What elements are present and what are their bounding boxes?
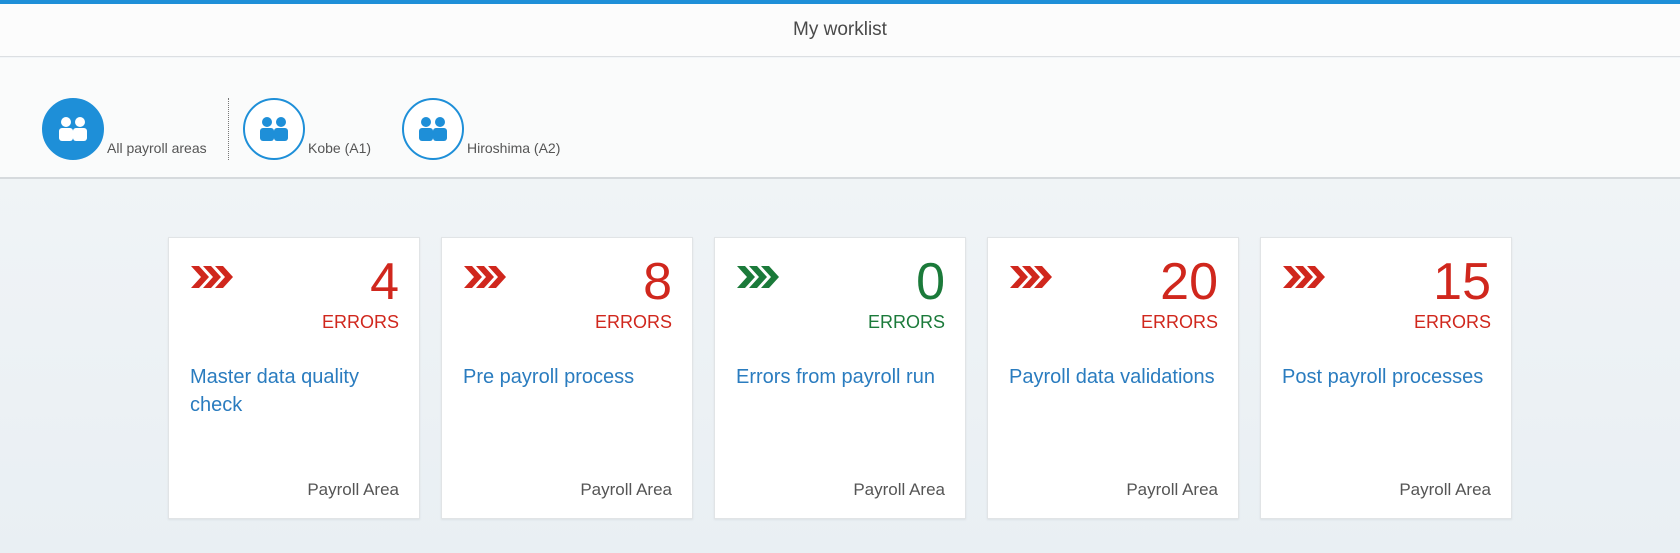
tile-footer: Payroll Area xyxy=(580,480,672,499)
filter-kobe-a1[interactable]: Kobe (A1) xyxy=(243,98,371,160)
filter-separator xyxy=(228,98,229,160)
error-unit: ERRORS xyxy=(867,312,945,332)
tile-title: Errors from payroll run xyxy=(736,366,935,388)
group-icon xyxy=(402,98,464,160)
error-count: 15 xyxy=(1433,253,1491,311)
worklist-tile[interactable]: 20 ERRORS Payroll data validations Payro… xyxy=(987,237,1239,519)
error-count: 4 xyxy=(370,253,399,311)
worklist-tile[interactable]: 15 ERRORS Post payroll processes Payroll… xyxy=(1260,237,1512,519)
tile-footer: Payroll Area xyxy=(1399,480,1491,499)
tile-footer: Payroll Area xyxy=(853,480,945,499)
payroll-area-filter-bar: All payroll areas Kobe (A1) Hiroshima (A… xyxy=(0,58,1680,179)
triple-chevron-status-icon xyxy=(191,266,233,293)
error-unit: ERRORS xyxy=(594,312,672,332)
triple-chevron-status-icon xyxy=(1010,266,1052,293)
tile-title: Pre payroll process xyxy=(463,366,635,388)
tile-footer: Payroll Area xyxy=(1126,480,1218,499)
filter-hiroshima-a2[interactable]: Hiroshima (A2) xyxy=(402,98,560,160)
error-unit: ERRORS xyxy=(321,312,399,332)
tile-title: Master data quality check xyxy=(190,366,359,416)
triple-chevron-status-icon xyxy=(1283,266,1325,293)
worklist-tile[interactable]: 0 ERRORS Errors from payroll run Payroll… xyxy=(714,237,966,519)
filter-label: Kobe (A1) xyxy=(308,140,372,156)
tile-footer: Payroll Area xyxy=(307,480,399,499)
page-title: My worklist xyxy=(793,19,887,40)
worklist-tile[interactable]: 4 ERRORS Master data quality check Payro… xyxy=(168,237,420,519)
group-icon xyxy=(42,98,104,160)
filter-all-payroll-areas[interactable]: All payroll areas xyxy=(42,98,207,160)
error-count: 8 xyxy=(643,253,672,311)
tile-title: Payroll data validations xyxy=(1009,366,1215,388)
error-count: 20 xyxy=(1160,253,1218,311)
filter-label: All payroll areas xyxy=(107,140,207,156)
triple-chevron-status-icon xyxy=(464,266,506,293)
triple-chevron-status-icon xyxy=(737,266,779,293)
filter-label: Hiroshima (A2) xyxy=(467,140,561,156)
worklist-tile[interactable]: 8 ERRORS Pre payroll process Payroll Are… xyxy=(441,237,693,519)
error-unit: ERRORS xyxy=(1140,312,1218,332)
error-unit: ERRORS xyxy=(1413,312,1491,332)
title-bar: My worklist xyxy=(0,4,1680,57)
group-icon xyxy=(243,98,305,160)
tile-title: Post payroll processes xyxy=(1282,366,1484,388)
error-count: 0 xyxy=(916,253,945,311)
